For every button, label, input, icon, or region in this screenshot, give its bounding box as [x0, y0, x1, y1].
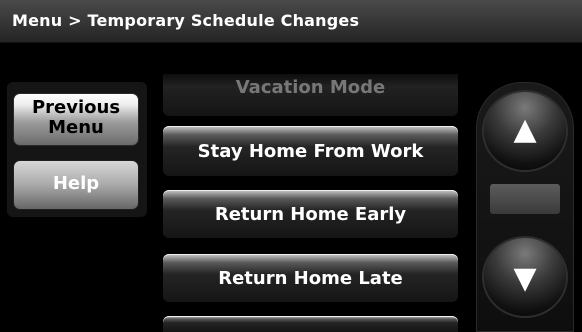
title-bar: Menu > Temporary Schedule Changes — [0, 0, 582, 43]
previous-menu-button[interactable]: Previous Menu — [13, 93, 139, 146]
down-arrow-icon: ▼ — [513, 261, 537, 296]
menu-item-return-home-early[interactable]: Return Home Early — [163, 190, 458, 238]
menu-item-vacation-mode[interactable]: Vacation Mode — [163, 74, 458, 116]
menu-item-label: Stay Home From Work — [197, 141, 424, 162]
scroll-thumb[interactable] — [490, 184, 560, 214]
menu-item-label: Return Home Late — [218, 268, 403, 289]
menu-item-label: Vacation Mode — [235, 77, 386, 98]
previous-menu-label-line1: Previous — [31, 97, 121, 118]
menu-item-return-home-late[interactable]: Return Home Late — [163, 254, 458, 302]
menu-item-stay-home-from-work[interactable]: Stay Home From Work — [163, 126, 458, 176]
up-arrow-icon: ▲ — [513, 112, 537, 147]
thermostat-screen: Menu > Temporary Schedule Changes Previo… — [0, 0, 582, 332]
menu-item-next-partial[interactable] — [163, 316, 458, 332]
scroll-up-button[interactable]: ▲ — [484, 92, 566, 170]
scroll-down-button[interactable]: ▼ — [484, 238, 566, 316]
previous-menu-label-line2: Menu — [48, 117, 104, 138]
menu-item-label: Return Home Early — [214, 204, 407, 225]
breadcrumb: Menu > Temporary Schedule Changes — [12, 11, 360, 30]
help-button[interactable]: Help — [13, 160, 139, 210]
help-label: Help — [52, 173, 100, 194]
